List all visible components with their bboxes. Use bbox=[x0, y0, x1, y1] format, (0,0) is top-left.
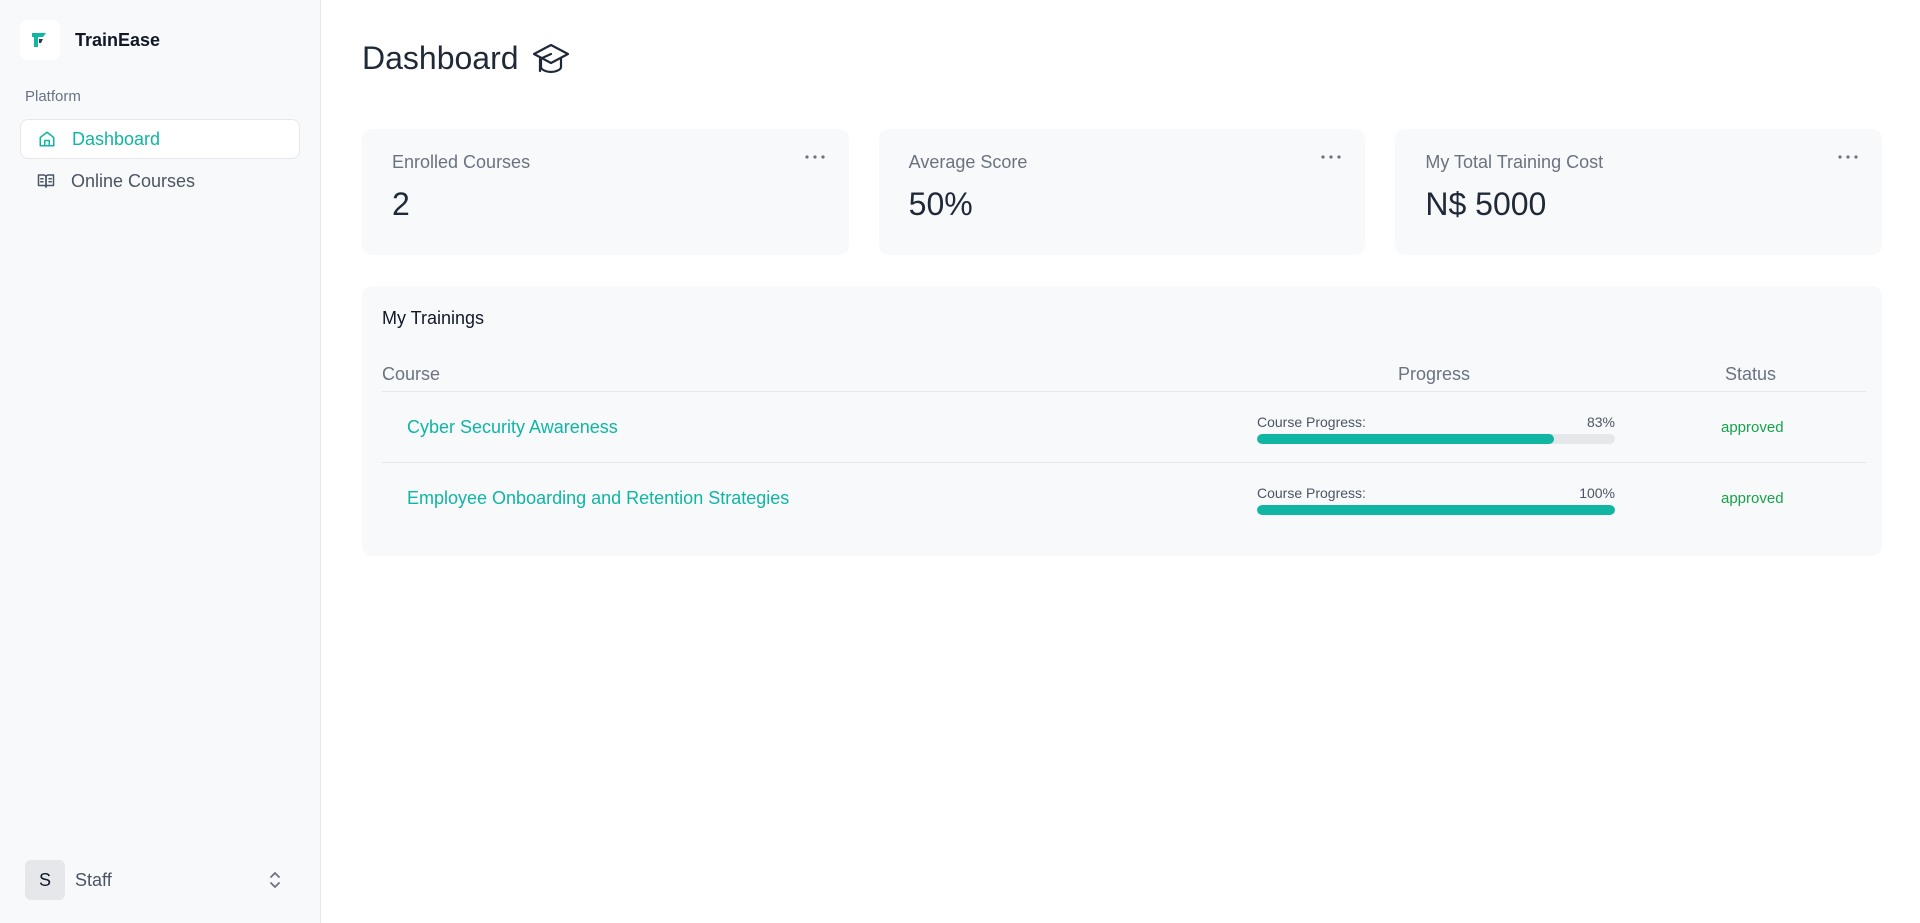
brand[interactable]: TrainEase bbox=[20, 20, 160, 60]
stat-value: 50% bbox=[908, 186, 973, 222]
progress-bar-fill bbox=[1257, 505, 1615, 515]
progress-percent: 100% bbox=[1579, 485, 1615, 501]
stat-value: N$ 5000 bbox=[1425, 186, 1547, 222]
my-trainings-panel: My Trainings Course Progress Status Cybe… bbox=[362, 286, 1882, 556]
trainings-table: Course Progress Status Cyber Security Aw… bbox=[382, 362, 1866, 534]
course-progress: Course Progress: 100% bbox=[1257, 485, 1615, 515]
home-icon bbox=[36, 128, 58, 150]
more-options-icon[interactable] bbox=[1319, 147, 1343, 167]
stat-value: 2 bbox=[392, 186, 410, 222]
stat-card-total-training-cost: My Total Training Cost N$ 5000 bbox=[1395, 129, 1883, 255]
progress-label: Course Progress: bbox=[1257, 485, 1366, 501]
stat-label: My Total Training Cost bbox=[1425, 152, 1604, 172]
stat-label: Average Score bbox=[908, 152, 1028, 172]
sidebar-item-dashboard[interactable]: Dashboard bbox=[20, 119, 300, 159]
stat-card-average-score: Average Score 50% bbox=[878, 129, 1366, 255]
column-header-progress: Progress bbox=[1398, 364, 1471, 384]
main-content: Dashboard Enrolled Courses 2 Average Sco… bbox=[322, 0, 1920, 923]
table-row: Cyber Security Awareness Course Progress… bbox=[382, 392, 1866, 463]
page-header: Dashboard bbox=[362, 38, 571, 78]
progress-percent: 83% bbox=[1586, 414, 1615, 430]
user-menu[interactable]: S Staff bbox=[25, 860, 285, 900]
stats-cards: Enrolled Courses 2 Average Score 50% My … bbox=[362, 129, 1883, 255]
sidebar-item-label: Online Courses bbox=[71, 170, 196, 191]
progress-label: Course Progress: bbox=[1257, 414, 1366, 430]
panel-title: My Trainings bbox=[382, 308, 485, 328]
book-open-icon bbox=[35, 170, 57, 192]
graduation-cap-icon bbox=[531, 38, 571, 78]
column-header-course: Course bbox=[382, 364, 441, 384]
progress-bar bbox=[1257, 434, 1615, 444]
page-title: Dashboard bbox=[362, 39, 519, 76]
user-name: Staff bbox=[75, 869, 112, 890]
course-link[interactable]: Employee Onboarding and Retention Strate… bbox=[407, 488, 789, 509]
more-options-icon[interactable] bbox=[803, 147, 827, 167]
stat-label: Enrolled Courses bbox=[392, 152, 531, 172]
sidebar-nav: Dashboard Online Courses bbox=[20, 119, 300, 203]
course-link[interactable]: Cyber Security Awareness bbox=[407, 417, 618, 438]
stat-card-enrolled-courses: Enrolled Courses 2 bbox=[362, 129, 849, 255]
brand-name: TrainEase bbox=[75, 29, 161, 50]
table-row: Employee Onboarding and Retention Strate… bbox=[382, 463, 1866, 534]
chevrons-up-down-icon bbox=[265, 870, 285, 890]
sidebar-item-online-courses[interactable]: Online Courses bbox=[20, 161, 300, 201]
avatar: S bbox=[25, 860, 65, 900]
sidebar: TrainEase Platform Dashboard Online Cour… bbox=[0, 0, 321, 923]
logo-icon bbox=[20, 20, 60, 60]
sidebar-item-label: Dashboard bbox=[72, 128, 161, 149]
course-progress: Course Progress: 83% bbox=[1257, 414, 1615, 444]
status-badge: approved bbox=[1721, 419, 1784, 436]
table-header: Course Progress Status bbox=[382, 362, 1866, 392]
column-header-status: Status bbox=[1725, 364, 1777, 384]
sidebar-section-label: Platform bbox=[25, 88, 81, 105]
more-options-icon[interactable] bbox=[1836, 147, 1860, 167]
progress-bar-fill bbox=[1257, 434, 1555, 444]
progress-bar bbox=[1257, 505, 1615, 515]
status-badge: approved bbox=[1721, 490, 1784, 507]
